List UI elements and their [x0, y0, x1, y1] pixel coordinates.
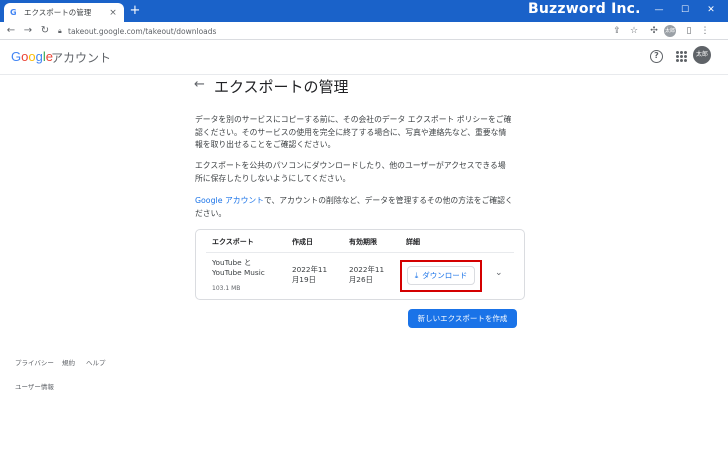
export-size: 103.1 MB: [212, 285, 241, 292]
avatar[interactable]: 太郎: [693, 46, 711, 64]
header-created: 作成日: [292, 238, 313, 246]
chevron-down-icon[interactable]: ⌄: [495, 268, 503, 278]
divider: [206, 252, 514, 253]
header-details: 詳細: [406, 238, 420, 246]
page-title: エクスポートの管理: [214, 78, 349, 96]
back-arrow-icon[interactable]: ←: [194, 77, 205, 92]
create-export-button[interactable]: 新しいエクスポートを作成: [408, 309, 517, 328]
close-icon[interactable]: ×: [108, 8, 118, 18]
bookmark-star-icon[interactable]: ☆: [627, 24, 641, 38]
account-label: アカウント: [51, 51, 112, 65]
menu-kebab-icon[interactable]: ⋮: [698, 24, 712, 38]
apps-grid-icon[interactable]: [676, 51, 687, 62]
profile-avatar[interactable]: 太郎: [664, 25, 676, 37]
help-icon[interactable]: ?: [650, 50, 663, 63]
user-info-link[interactable]: ユーザー情報: [15, 381, 54, 391]
url-text: takeout.google.com/takeout/downloads: [68, 26, 217, 36]
account-header: Google アカウント ? 太郎: [0, 41, 728, 75]
highlight-box: [400, 260, 482, 292]
privacy-link[interactable]: プライバシー: [15, 357, 54, 367]
back-nav-icon[interactable]: ←: [4, 23, 18, 39]
lock-icon: 🔒︎: [58, 26, 62, 35]
expiry-date: 2022年11 月26日: [349, 265, 385, 284]
header-expires: 有効期限: [349, 238, 377, 246]
google-logo[interactable]: Google: [11, 49, 53, 64]
browser-tab[interactable]: G エクスポートの管理 ×: [4, 3, 124, 22]
browser-toolbar: ← → ↻ 🔒︎ takeout.google.com/takeout/down…: [0, 22, 728, 40]
terms-link[interactable]: 規約: [62, 357, 75, 367]
window-close-icon[interactable]: ✕: [702, 2, 720, 18]
help-link[interactable]: ヘルプ: [86, 357, 106, 367]
manage-paragraph: Google アカウントで、アカウントの削除など、データを管理するその他の方法を…: [195, 196, 513, 218]
extensions-icon[interactable]: ✣: [647, 24, 661, 38]
watermark: Buzzword Inc.: [528, 1, 641, 17]
sidepanel-icon[interactable]: ▯: [682, 24, 696, 38]
export-name: YouTube と YouTube Music: [212, 258, 265, 277]
google-favicon-icon: G: [10, 8, 17, 17]
intro-paragraph: データを別のサービスにコピーする前に、その会社のデータ エクスポート ポリシーを…: [195, 115, 512, 149]
forward-nav-icon[interactable]: →: [21, 23, 35, 39]
created-date: 2022年11 月19日: [292, 265, 328, 284]
google-account-link[interactable]: Google アカウント: [195, 196, 264, 205]
new-tab-button[interactable]: +: [128, 3, 142, 19]
maximize-icon[interactable]: ☐: [676, 2, 694, 18]
share-icon[interactable]: ⇪: [610, 24, 624, 38]
browser-titlebar: G エクスポートの管理 × + Buzzword Inc. — ☐ ✕: [0, 0, 728, 22]
header-export: エクスポート: [212, 238, 254, 246]
minimize-icon[interactable]: —: [650, 2, 668, 18]
tab-title: エクスポートの管理: [24, 8, 92, 17]
reload-icon[interactable]: ↻: [38, 23, 52, 39]
address-bar[interactable]: 🔒︎ takeout.google.com/takeout/downloads: [58, 24, 618, 38]
warning-paragraph: エクスポートを公共のパソコンにダウンロードしたり、他のユーザーがアクセスできる場…: [195, 161, 506, 183]
